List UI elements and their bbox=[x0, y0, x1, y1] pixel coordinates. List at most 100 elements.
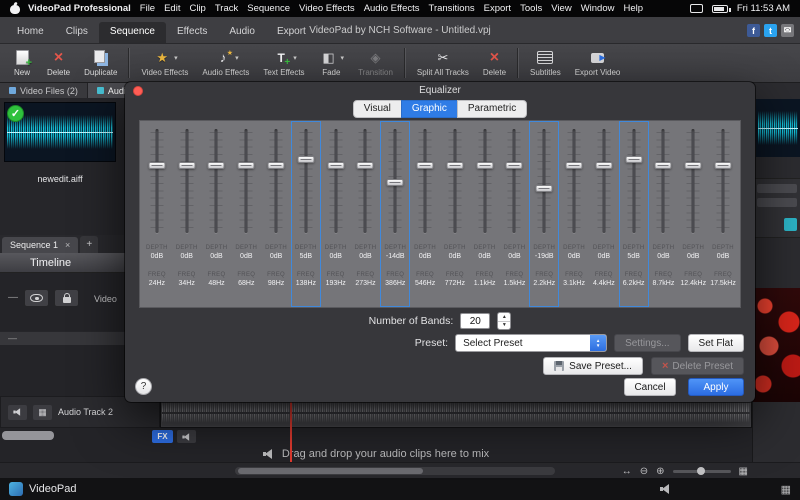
menu-item-transitions[interactable]: Transitions bbox=[429, 3, 475, 14]
eq-slider-handle[interactable] bbox=[536, 185, 553, 192]
duplicate-button[interactable]: Duplicate bbox=[78, 46, 123, 80]
eq-slider-handle[interactable] bbox=[715, 162, 732, 169]
ribbon-tab-effects[interactable]: Effects bbox=[166, 22, 218, 43]
eq-slider[interactable] bbox=[529, 126, 559, 238]
eq-slider-handle[interactable] bbox=[268, 162, 285, 169]
help-button[interactable]: ? bbox=[135, 378, 152, 395]
display-icon[interactable] bbox=[690, 4, 703, 13]
menu-item-video-effects[interactable]: Video Effects bbox=[299, 3, 355, 14]
eq-slider-handle[interactable] bbox=[595, 162, 612, 169]
eq-slider-handle[interactable] bbox=[625, 156, 642, 163]
grid-icon[interactable]: ▦ bbox=[781, 483, 791, 496]
horizontal-scrollbar[interactable] bbox=[235, 467, 555, 475]
apple-icon[interactable] bbox=[10, 3, 20, 14]
eq-slider[interactable] bbox=[619, 126, 649, 238]
delete-preset-button[interactable]: × Delete Preset bbox=[651, 357, 744, 375]
eq-slider-handle[interactable] bbox=[685, 162, 702, 169]
audio-effects-button[interactable]: ▾Audio Effects bbox=[196, 46, 255, 80]
set-flat-button[interactable]: Set Flat bbox=[688, 334, 744, 352]
number-of-bands-input[interactable]: 20 bbox=[460, 313, 490, 329]
eq-slider[interactable] bbox=[470, 126, 500, 238]
eq-slider-handle[interactable] bbox=[387, 179, 404, 186]
eq-slider[interactable] bbox=[261, 126, 291, 238]
grid-view-icon[interactable]: ▦ bbox=[739, 466, 748, 477]
menu-item-videopad-professional[interactable]: VideoPad Professional bbox=[28, 3, 131, 14]
menu-item-tools[interactable]: Tools bbox=[520, 3, 542, 14]
menu-item-view[interactable]: View bbox=[551, 3, 571, 14]
eq-slider[interactable] bbox=[142, 126, 172, 238]
stepper-up-icon[interactable]: ▲ bbox=[498, 313, 510, 322]
eq-slider[interactable] bbox=[649, 126, 679, 238]
eq-slider-handle[interactable] bbox=[566, 162, 583, 169]
timeline-playhead[interactable] bbox=[290, 395, 292, 462]
stepper-down-icon[interactable]: ▼ bbox=[498, 322, 510, 330]
eq-slider[interactable] bbox=[380, 126, 410, 238]
menu-item-file[interactable]: File bbox=[140, 3, 155, 14]
twitter-icon[interactable]: t bbox=[764, 24, 777, 37]
subtitles-button[interactable]: Subtitles bbox=[524, 46, 567, 80]
menu-item-edit[interactable]: Edit bbox=[164, 3, 180, 14]
control-bar[interactable] bbox=[757, 184, 797, 193]
eq-slider[interactable] bbox=[321, 126, 351, 238]
email-icon[interactable]: ✉ bbox=[781, 24, 794, 37]
close-window-button[interactable] bbox=[133, 86, 143, 96]
add-sequence-button[interactable]: + bbox=[80, 236, 98, 253]
collapse-track-icon[interactable]: — bbox=[8, 292, 18, 303]
facebook-icon[interactable]: f bbox=[747, 24, 760, 37]
menu-item-sequence[interactable]: Sequence bbox=[247, 3, 290, 14]
eq-slider-handle[interactable] bbox=[208, 162, 225, 169]
toggle-visibility-button[interactable] bbox=[24, 289, 49, 307]
ribbon-tab-clips[interactable]: Clips bbox=[55, 22, 99, 43]
eq-slider-handle[interactable] bbox=[476, 162, 493, 169]
eq-slider-handle[interactable] bbox=[506, 162, 523, 169]
export-video-button[interactable]: Export Video bbox=[569, 46, 627, 80]
save-preset-button[interactable]: Save Preset... bbox=[543, 357, 643, 375]
ribbon-tab-home[interactable]: Home bbox=[6, 22, 55, 43]
eq-slider[interactable] bbox=[708, 126, 738, 238]
menu-item-help[interactable]: Help bbox=[623, 3, 643, 14]
zoom-slider-knob[interactable] bbox=[697, 467, 705, 475]
teal-control-button[interactable] bbox=[784, 218, 797, 231]
eq-slider-handle[interactable] bbox=[148, 162, 165, 169]
eq-slider[interactable] bbox=[500, 126, 530, 238]
eq-slider-handle[interactable] bbox=[417, 162, 434, 169]
cancel-button[interactable]: Cancel bbox=[624, 378, 676, 396]
dialog-tab-parametric[interactable]: Parametric bbox=[457, 100, 527, 118]
eq-slider-handle[interactable] bbox=[178, 162, 195, 169]
mute-track-button[interactable] bbox=[8, 405, 27, 420]
text-effects-button[interactable]: ▾Text Effects bbox=[257, 46, 310, 80]
eq-slider-handle[interactable] bbox=[446, 162, 463, 169]
menu-item-window[interactable]: Window bbox=[581, 3, 615, 14]
collapse-icon[interactable]: — bbox=[8, 333, 17, 343]
split-all-tracks-button[interactable]: Split All Tracks bbox=[411, 46, 475, 80]
control-bar[interactable] bbox=[757, 198, 797, 207]
track-volume-slider[interactable] bbox=[2, 431, 54, 440]
track-speaker-button[interactable] bbox=[177, 430, 196, 443]
menubar-clock[interactable]: Fri 11:53 AM bbox=[737, 3, 790, 14]
menu-item-export[interactable]: Export bbox=[484, 3, 511, 14]
eq-slider[interactable] bbox=[440, 126, 470, 238]
eq-slider-handle[interactable] bbox=[357, 162, 374, 169]
eq-slider-handle[interactable] bbox=[655, 162, 672, 169]
fx-button[interactable]: FX bbox=[152, 430, 173, 443]
dialog-tab-graphic[interactable]: Graphic bbox=[401, 100, 458, 118]
eq-slider[interactable] bbox=[351, 126, 381, 238]
zoom-out-icon[interactable]: ⊖ bbox=[640, 466, 648, 477]
menu-item-track[interactable]: Track bbox=[215, 3, 238, 14]
ribbon-tab-audio[interactable]: Audio bbox=[218, 22, 266, 43]
delete-button[interactable]: Delete bbox=[477, 46, 512, 80]
speaker-icon[interactable] bbox=[660, 484, 671, 494]
menu-item-audio-effects[interactable]: Audio Effects bbox=[364, 3, 420, 14]
ribbon-tab-sequence[interactable]: Sequence bbox=[99, 22, 166, 43]
eq-slider[interactable] bbox=[202, 126, 232, 238]
close-tab-icon[interactable]: × bbox=[65, 240, 70, 250]
eq-slider-handle[interactable] bbox=[238, 162, 255, 169]
preset-select[interactable]: Select Preset ▲▼ bbox=[455, 334, 607, 352]
eq-slider[interactable] bbox=[231, 126, 261, 238]
settings-button[interactable]: Settings... bbox=[614, 334, 680, 352]
eq-slider[interactable] bbox=[410, 126, 440, 238]
eq-slider[interactable] bbox=[678, 126, 708, 238]
apply-button[interactable]: Apply bbox=[688, 378, 744, 396]
video-effects-button[interactable]: ▾Video Effects bbox=[135, 46, 194, 80]
lock-track-button[interactable] bbox=[54, 289, 79, 307]
